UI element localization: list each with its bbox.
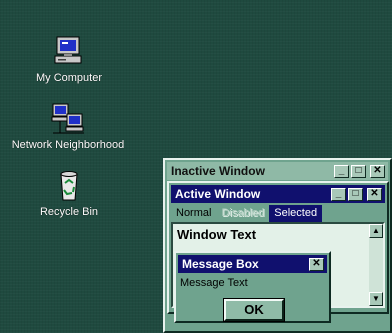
message-box-titlebar[interactable]: Message Box ✕ bbox=[178, 255, 327, 273]
active-window-titlebar[interactable]: Active Window _ □ ✕ bbox=[171, 185, 385, 203]
menu-item-disabled: Disabled bbox=[221, 207, 265, 219]
my-computer-label: My Computer bbox=[35, 72, 103, 84]
recycle-bin-label: Recycle Bin bbox=[39, 206, 99, 218]
message-box-close-button[interactable]: ✕ bbox=[309, 257, 324, 271]
vertical-scrollbar[interactable]: ▲ ▼ bbox=[369, 224, 383, 306]
active-minimize-button[interactable]: _ bbox=[331, 187, 346, 201]
inactive-maximize-button[interactable]: □ bbox=[351, 164, 366, 178]
inactive-minimize-button[interactable]: _ bbox=[334, 164, 349, 178]
window-text: Window Text bbox=[177, 227, 257, 242]
message-text: Message Text bbox=[180, 277, 248, 289]
message-box[interactable]: Message Box ✕ Message Text OK bbox=[174, 251, 331, 323]
scroll-up-button[interactable]: ▲ bbox=[369, 224, 383, 238]
network-neighborhood-icon bbox=[51, 103, 85, 135]
menu-bar: Normal Disabled Selected bbox=[171, 205, 385, 222]
active-maximize-button[interactable]: □ bbox=[348, 187, 363, 201]
my-computer-icon bbox=[52, 36, 86, 68]
ok-button[interactable]: OK bbox=[223, 298, 285, 322]
desktop-icon-my-computer[interactable]: My Computer bbox=[34, 36, 104, 84]
inactive-close-button[interactable]: ✕ bbox=[370, 164, 385, 178]
menu-item-normal[interactable]: Normal bbox=[171, 205, 216, 222]
message-box-title: Message Box bbox=[182, 257, 259, 271]
inactive-window-titlebar[interactable]: Inactive Window _ □ ✕ bbox=[167, 162, 388, 180]
network-neighborhood-label: Network Neighborhood bbox=[11, 139, 125, 151]
desktop-icon-recycle-bin[interactable]: Recycle Bin bbox=[34, 170, 104, 218]
scroll-down-button[interactable]: ▼ bbox=[369, 292, 383, 306]
active-window-title: Active Window bbox=[175, 187, 261, 201]
desktop-icon-network-neighborhood[interactable]: Network Neighborhood bbox=[8, 103, 128, 151]
inactive-window-title: Inactive Window bbox=[171, 164, 265, 178]
recycle-bin-icon bbox=[52, 170, 86, 202]
menu-item-selected[interactable]: Selected bbox=[269, 205, 323, 222]
active-close-button[interactable]: ✕ bbox=[367, 187, 382, 201]
